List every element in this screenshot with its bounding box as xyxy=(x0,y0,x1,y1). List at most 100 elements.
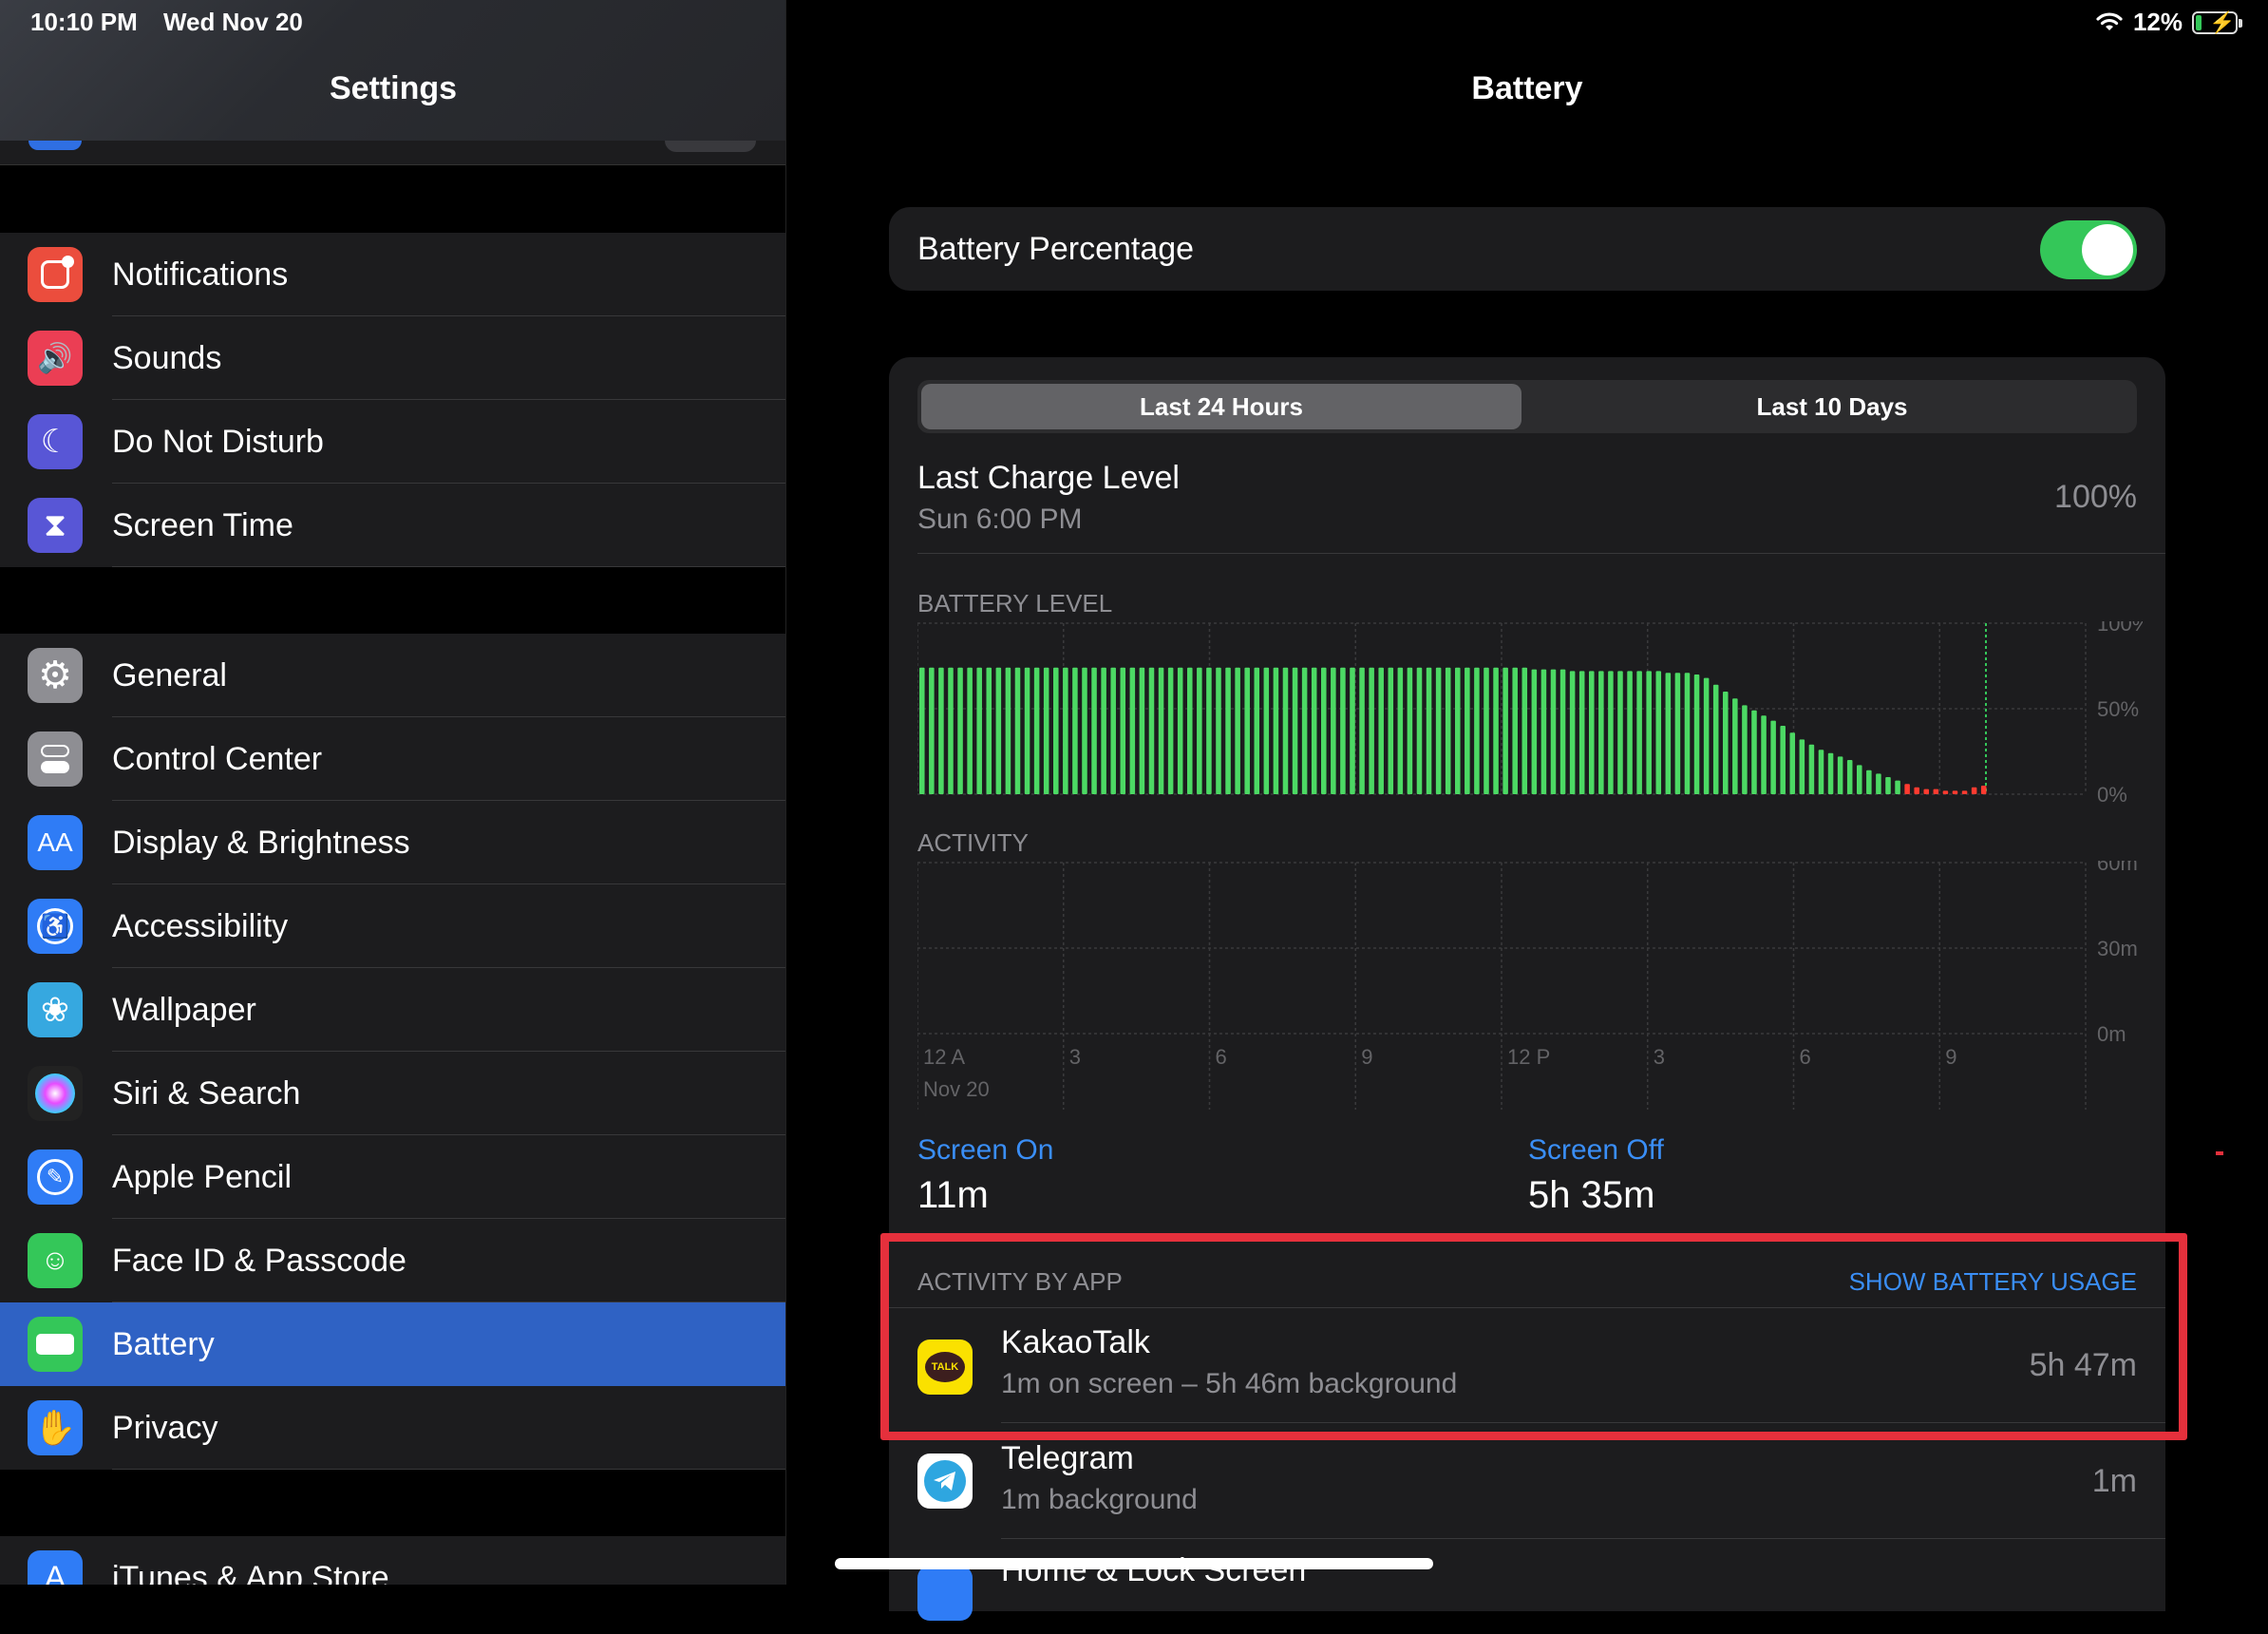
y-tick-label: 0m xyxy=(2097,1022,2126,1046)
battery-level-bar xyxy=(1665,673,1672,794)
x-tick-label: 12 P xyxy=(1507,1045,1550,1069)
annotation-dot xyxy=(2216,1151,2223,1155)
battery-level-bar xyxy=(938,667,944,794)
battery-level-bar xyxy=(1005,667,1011,794)
activity-chart-title: ACTIVITY xyxy=(917,828,1030,857)
sidebar-item-display-brightness[interactable]: AA Display & Brightness xyxy=(0,801,785,884)
battery-level-bar xyxy=(1014,667,1021,794)
status-bar-right: 12% ⚡ xyxy=(2095,8,2242,37)
battery-percentage-row: Battery Percentage xyxy=(889,207,2165,291)
sidebar-item-face-id-passcode[interactable]: ☺ Face ID & Passcode xyxy=(0,1219,785,1302)
battery-level-bar xyxy=(1837,756,1843,794)
status-time: 10:10 PM xyxy=(30,8,138,36)
battery-level-bar xyxy=(1512,667,1518,794)
battery-level-bar xyxy=(1378,667,1384,794)
battery-level-bar xyxy=(1761,715,1767,794)
highlight-box xyxy=(880,1233,2187,1440)
sidebar-item-siri-search[interactable]: Siri & Search xyxy=(0,1052,785,1135)
settings-sidebar: Settings Notifications 🔊 Sounds ☾ Do Not Dis… xyxy=(0,0,786,1585)
sidebar-item-screen-time[interactable]: ⧗ Screen Time xyxy=(0,484,785,567)
battery-level-bar xyxy=(1388,667,1394,794)
battery-level-bar xyxy=(976,667,982,794)
battery-level-bar xyxy=(1808,744,1815,794)
battery-level-bar xyxy=(967,667,973,794)
sidebar-item-label: Display & Brightness xyxy=(112,824,410,861)
y-tick-label: 60m xyxy=(2097,861,2138,875)
battery-level-bar xyxy=(1263,667,1270,794)
screen-off-value: 5h 35m xyxy=(1528,1174,1655,1216)
battery-level-bar xyxy=(948,667,954,794)
gear-icon: ⚙ xyxy=(28,648,83,703)
sidebar-item-notifications[interactable]: Notifications xyxy=(0,233,785,316)
app-row-telegram[interactable]: Telegram 1m background 1m xyxy=(889,1423,2165,1539)
battery-level-bar xyxy=(1331,667,1336,794)
battery-level-bar xyxy=(1751,710,1757,794)
battery-level-bar xyxy=(1569,671,1576,794)
battery-level-bar xyxy=(1904,784,1910,794)
battery-level-bar xyxy=(1397,667,1404,794)
sidebar-item-label: iTunes & App Store xyxy=(112,1559,389,1586)
battery-level-bar xyxy=(1120,667,1126,794)
wifi-icon xyxy=(2096,11,2123,30)
flower-icon: ❀ xyxy=(28,982,83,1037)
battery-level-bar xyxy=(1866,770,1872,794)
sidebar-item-privacy[interactable]: ✋ Privacy xyxy=(0,1386,785,1470)
sidebar-item-itunes-app-store[interactable]: AiTunes & App Store xyxy=(0,1536,785,1586)
x-tick-label: 6 xyxy=(1216,1045,1227,1069)
battery-level-bar xyxy=(1158,667,1164,794)
battery-level-bar xyxy=(1350,667,1355,794)
app-name: Telegram xyxy=(1001,1440,1134,1476)
sidebar-item-do-not-disturb[interactable]: ☾ Do Not Disturb xyxy=(0,400,785,484)
battery-level-bar xyxy=(1971,787,1977,794)
battery-level-bar xyxy=(1101,667,1106,794)
battery-level-bar xyxy=(1732,698,1738,794)
battery-percentage-toggle[interactable] xyxy=(2040,220,2137,279)
sidebar-item-label: General xyxy=(112,656,227,694)
sidebar-item-battery[interactable]: Battery xyxy=(0,1302,785,1386)
battery-level-bar xyxy=(1435,667,1442,794)
status-bar-left: 10:10 PM Wed Nov 20 xyxy=(30,8,322,37)
sidebar-item-label: Accessibility xyxy=(112,907,289,944)
x-tick-label: 9 xyxy=(1361,1045,1372,1069)
y-tick-label: 100% xyxy=(2097,621,2143,636)
sidebar-item-wallpaper[interactable]: ❀ Wallpaper xyxy=(0,968,785,1052)
siri-icon xyxy=(28,1066,83,1121)
battery-level-bar xyxy=(986,667,992,794)
battery-level-bar xyxy=(1789,732,1796,794)
sidebar-item-label: Sounds xyxy=(112,339,222,376)
sidebar-item-general[interactable]: ⚙ General xyxy=(0,634,785,717)
app-row-home-lock-screen[interactable]: Home & Lock Screen xyxy=(889,1539,2165,1634)
battery-level-bar xyxy=(929,667,935,794)
sidebar-item-label: Face ID & Passcode xyxy=(112,1242,406,1279)
battery-level-bar xyxy=(1340,667,1346,794)
tab-last-10-days[interactable]: Last 10 Days xyxy=(1531,384,2133,429)
status-date: Wed Nov 20 xyxy=(162,8,303,36)
battery-level-bar xyxy=(1608,671,1614,794)
battery-level-bar xyxy=(1723,692,1729,794)
battery-level-bar xyxy=(1846,760,1853,794)
battery-percentage-label: Battery Percentage xyxy=(917,231,1195,267)
sidebar-item-label: Battery xyxy=(112,1325,215,1362)
battery-level-bar xyxy=(1043,667,1049,794)
battery-level-bar xyxy=(1655,671,1662,794)
sidebar-item-sounds[interactable]: 🔊 Sounds xyxy=(0,316,785,400)
battery-level-bar xyxy=(1895,780,1900,794)
partial-row-toggle[interactable] xyxy=(665,141,756,152)
battery-level-bar xyxy=(1799,739,1805,794)
screen-off-label: Screen Off xyxy=(1528,1134,1664,1166)
battery-level-bar xyxy=(1474,667,1480,794)
sidebar-item-accessibility[interactable]: ♿ Accessibility xyxy=(0,884,785,968)
battery-level-bar xyxy=(1244,667,1250,794)
sidebar-item-label: Siri & Search xyxy=(112,1074,301,1112)
tab-last-24-hours[interactable]: Last 24 Hours xyxy=(921,384,1521,429)
screen-on-label: Screen On xyxy=(917,1134,1054,1166)
x-tick-label: 3 xyxy=(1069,1045,1081,1069)
battery-level-bar xyxy=(1235,667,1240,794)
home-indicator[interactable] xyxy=(835,1558,1433,1569)
y-tick-label: 30m xyxy=(2097,937,2138,960)
last-charge-time: Sun 6:00 PM xyxy=(917,504,1083,535)
sidebar-item-label: Privacy xyxy=(112,1409,218,1446)
sidebar-item-apple-pencil[interactable]: ✎ Apple Pencil xyxy=(0,1135,785,1219)
sidebar-item-control-center[interactable]: Control Center xyxy=(0,717,785,801)
battery-level-bar xyxy=(1531,669,1538,794)
